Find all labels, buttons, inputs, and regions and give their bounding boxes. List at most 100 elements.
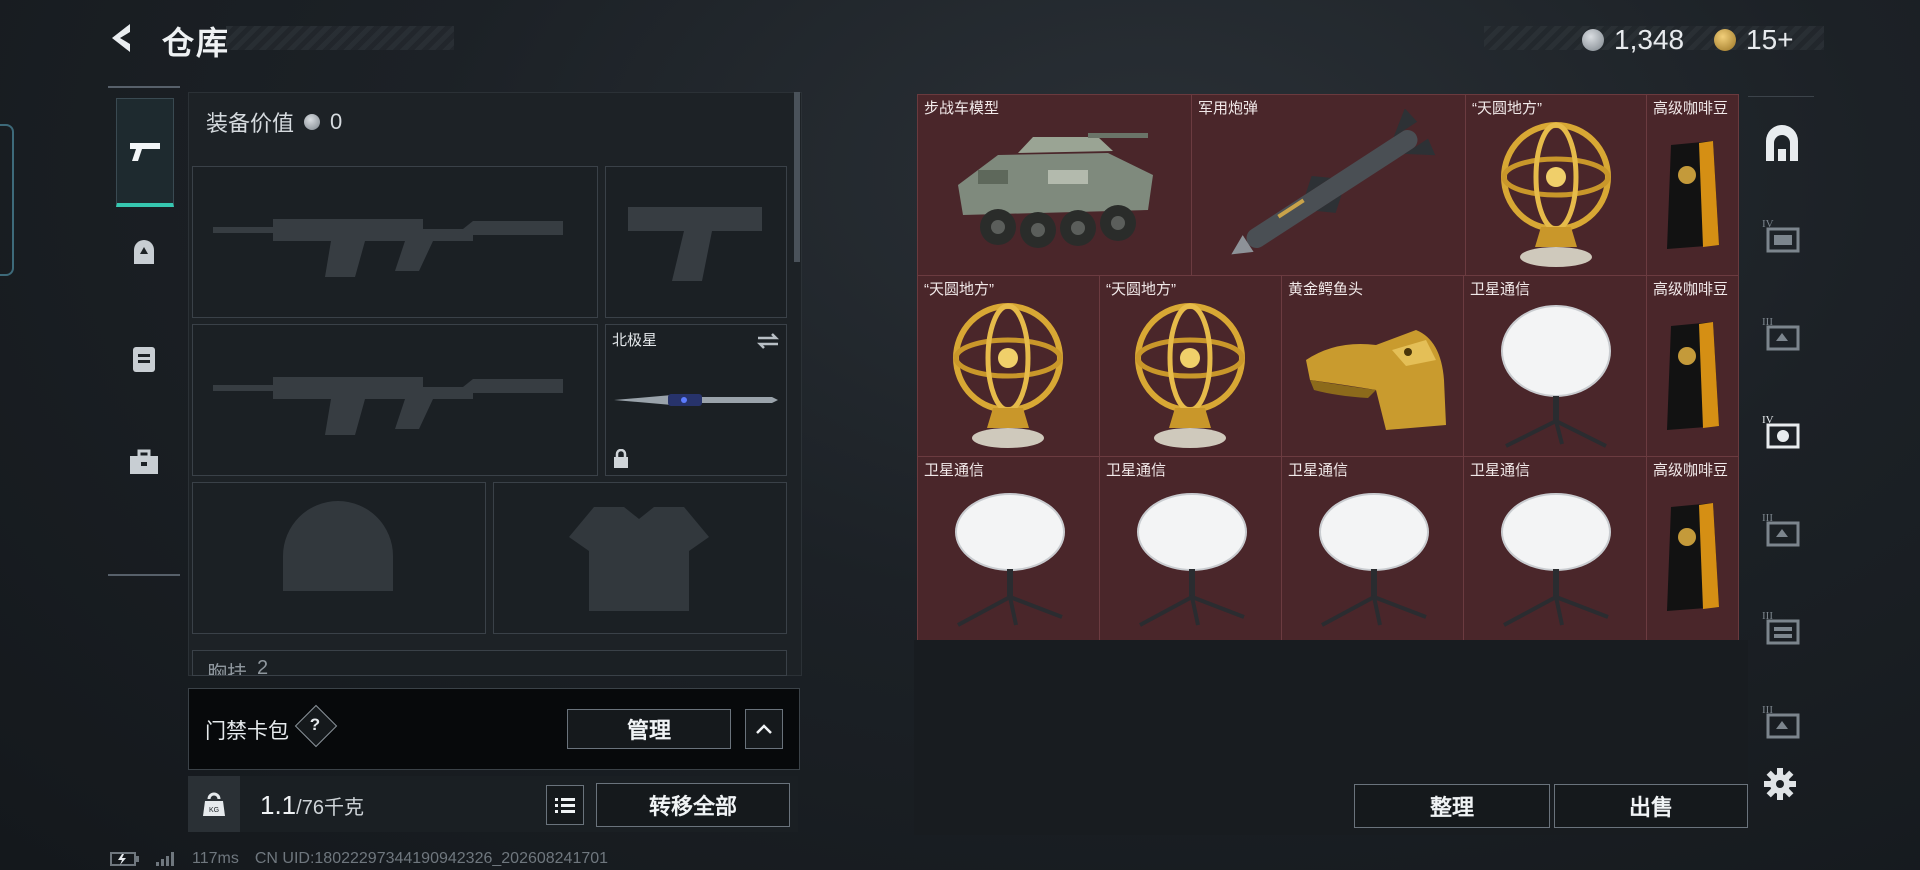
grid-item[interactable]: 卫星通信 — [918, 457, 1100, 640]
weight-icon-box: KG — [188, 776, 240, 832]
grid-item[interactable]: “天圆地方” — [1466, 95, 1647, 276]
transfer-all-button[interactable]: 转移全部 — [596, 783, 790, 827]
storage-iii-icon: III — [1762, 610, 1800, 645]
missile-icon — [1231, 109, 1436, 255]
knife-icon — [614, 394, 778, 406]
pistol-silhouette-icon — [628, 207, 762, 281]
currency-a: 1,348 — [1582, 24, 1684, 56]
primary-weapon-slot-2[interactable] — [192, 324, 598, 476]
gold-crocodile-icon — [1306, 330, 1446, 430]
tab-weapons[interactable] — [116, 98, 174, 207]
pistol-slot[interactable] — [605, 166, 787, 318]
signal-icon — [156, 852, 174, 866]
kettlebell-icon: KG — [203, 792, 225, 816]
grid-item[interactable]: 高级咖啡豆 — [1647, 276, 1738, 457]
list-view-button[interactable] — [546, 785, 584, 825]
weight-bar: KG 1.1 /76千克 转移全部 — [188, 776, 798, 832]
svg-text:KG: KG — [209, 807, 219, 814]
coffee-bag-icon — [1667, 322, 1719, 430]
ping-readout: 117ms — [192, 850, 239, 867]
silver-coin-icon — [304, 114, 321, 130]
grid-item[interactable]: 卫星通信 — [1100, 457, 1282, 640]
pistol-icon — [130, 143, 160, 161]
grid-item[interactable]: “天圆地方” — [918, 276, 1100, 457]
grid-item[interactable]: 步战车模型 — [918, 95, 1192, 276]
settings-button[interactable] — [1762, 766, 1798, 802]
tab-storage-iii-1[interactable]: III — [1762, 313, 1802, 353]
silver-coin-icon — [1582, 29, 1604, 51]
armillary-sphere-icon — [1501, 122, 1611, 267]
melee-item-name: 北极星 — [612, 332, 658, 349]
back-arrow-icon — [112, 24, 130, 52]
storage-iii-icon: III — [1762, 704, 1800, 739]
satellite-dish-icon — [1501, 305, 1611, 448]
tab-backpack[interactable] — [116, 306, 172, 410]
grid-item[interactable]: 高级咖啡豆 — [1647, 457, 1738, 640]
rifle-silhouette-icon — [213, 377, 563, 435]
armor-silhouette-icon — [569, 507, 709, 611]
ifv-model-icon — [958, 133, 1153, 248]
storage-iii-icon: III — [1762, 512, 1800, 547]
tab-storage-iii-3[interactable]: III — [1762, 607, 1802, 647]
armillary-sphere-icon — [1135, 303, 1245, 448]
helmet-silhouette-icon — [283, 501, 393, 591]
uid-readout: CN UID:18022297344190942326_202608241701 — [254, 850, 609, 867]
grid-item[interactable]: 黄金鳄鱼头 — [1282, 276, 1464, 457]
chevron-up-icon — [756, 724, 772, 734]
tab-safe-box[interactable] — [1762, 125, 1802, 165]
status-bar: 117ms CN UID:18022297344190942326_202608… — [110, 850, 608, 868]
helmet-slot[interactable] — [192, 482, 486, 634]
currency-b[interactable]: 15+ — [1714, 24, 1794, 56]
storage-iv-icon: IV — [1762, 218, 1800, 253]
grid-item[interactable]: 高级咖啡豆 — [1647, 95, 1738, 276]
coffee-bag-icon — [1667, 141, 1719, 249]
battery-icon — [110, 852, 139, 866]
weight-readout: 1.1 /76千克 — [260, 790, 364, 820]
side-drawer-handle[interactable] — [0, 124, 14, 276]
equipment-value: 装备价值 0 — [206, 109, 343, 136]
lock-icon — [614, 449, 628, 468]
title-decoration — [226, 26, 454, 50]
keycard-case-bar: 门禁卡包 ? 管理 — [188, 688, 800, 770]
back-button[interactable] — [104, 18, 144, 58]
grid-item[interactable]: “天圆地方” — [1100, 276, 1282, 457]
toolbox-icon — [130, 449, 158, 474]
chest-rig-slot[interactable]: 胸挂 2 — [192, 650, 787, 676]
swap-icon[interactable] — [756, 331, 780, 351]
melee-slot[interactable]: 北极星 — [605, 324, 787, 476]
tab-storage-iv-active[interactable]: IV — [1762, 411, 1802, 451]
sell-button[interactable]: 出售 — [1554, 784, 1748, 828]
grid-item[interactable]: 卫星通信 — [1464, 457, 1647, 640]
page-title: 仓库 — [162, 25, 231, 61]
tab-storage-iv-1[interactable]: IV — [1762, 215, 1802, 255]
tab-storage-iii-2[interactable]: III — [1762, 509, 1802, 549]
storage-tab-column: IV III IV III III III — [1748, 96, 1814, 769]
storage-iv-active-icon: IV — [1762, 414, 1800, 449]
gold-coin-icon — [1714, 29, 1736, 51]
backpack-icon — [133, 347, 155, 372]
grid-item[interactable]: 卫星通信 — [1282, 457, 1464, 640]
primary-weapon-slot-1[interactable] — [192, 166, 598, 318]
collapse-button[interactable] — [745, 709, 783, 749]
helmet-icon — [134, 240, 154, 264]
armillary-sphere-icon — [953, 303, 1063, 448]
keycard-case-label: 门禁卡包 — [205, 720, 289, 743]
tab-helmet[interactable] — [116, 202, 172, 306]
tab-toolbox[interactable] — [116, 410, 172, 514]
satellite-dish-icon — [1319, 493, 1429, 627]
tab-storage-iii-4[interactable]: III — [1762, 701, 1802, 741]
satellite-dish-icon — [955, 493, 1065, 627]
rifle-silhouette-icon — [213, 219, 563, 277]
manage-button[interactable]: 管理 — [567, 709, 731, 749]
coffee-bag-icon — [1667, 503, 1719, 611]
grid-item[interactable]: 军用炮弹 — [1192, 95, 1466, 276]
armor-slot[interactable] — [493, 482, 787, 634]
storage-iii-icon: III — [1762, 316, 1800, 351]
equipment-scrollbar[interactable] — [794, 92, 800, 262]
sort-button[interactable]: 整理 — [1354, 784, 1550, 828]
satellite-dish-icon — [1501, 493, 1611, 627]
equipment-tab-column — [108, 86, 180, 576]
gear-icon — [1764, 768, 1796, 800]
safe-box-icon — [1766, 125, 1798, 161]
grid-item[interactable]: 卫星通信 — [1464, 276, 1647, 457]
